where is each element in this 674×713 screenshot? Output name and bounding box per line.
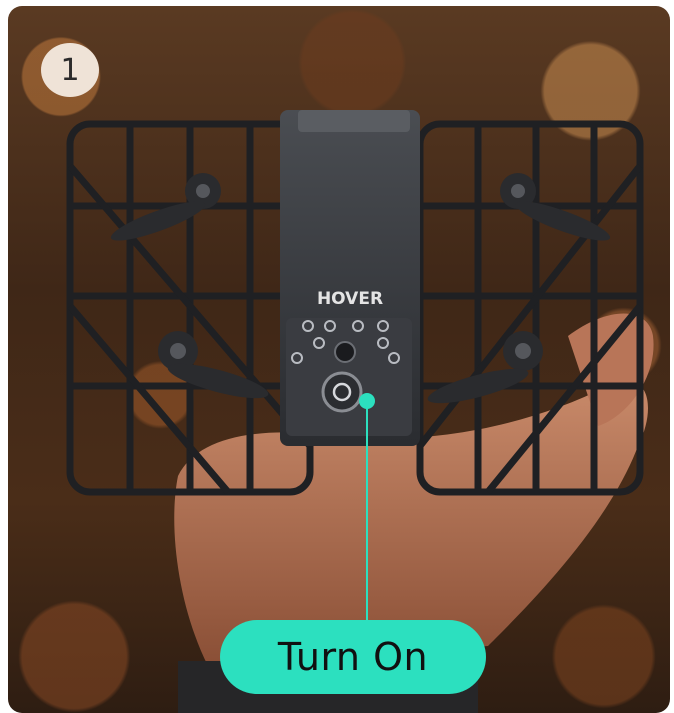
turn-on-label: Turn On <box>220 620 486 694</box>
pointer-line <box>366 400 368 622</box>
turn-on-text: Turn On <box>277 635 429 679</box>
drone-photo: HOVER <box>66 110 654 713</box>
mode-button <box>334 341 356 363</box>
step-number: 1 <box>60 52 80 88</box>
power-button <box>321 371 363 413</box>
pointer-dot <box>359 393 375 409</box>
photo-frame: HOVER 1 Turn On <box>8 6 670 713</box>
step-number-badge: 1 <box>41 43 99 97</box>
brand-logo: HOVER <box>317 289 383 309</box>
